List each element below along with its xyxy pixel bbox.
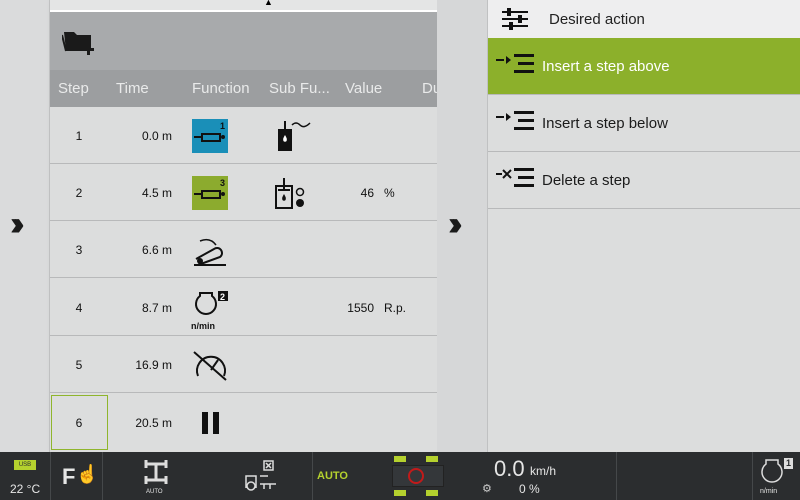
engine-speed-unit-label: n/min: [191, 321, 215, 331]
brake-warning-icon: [408, 468, 424, 484]
step-unit: %: [384, 186, 395, 200]
engine-badge: 1: [784, 458, 793, 469]
action-panel-header: Desired action: [488, 0, 800, 38]
scroll-up-bar[interactable]: ▲: [50, 0, 437, 12]
hydraulic-cylinder-3-icon: 3: [192, 176, 228, 210]
table-row[interactable]: 2 4.5 m 3 46 %: [50, 164, 437, 221]
item-label: Insert a step above: [542, 58, 670, 75]
table-row[interactable]: 5 16.9 m: [50, 336, 437, 393]
insert-below-button[interactable]: Insert a step below: [488, 95, 800, 152]
step-unit: R.p.: [384, 301, 407, 315]
usb-icon[interactable]: USB: [14, 460, 36, 470]
col-sub-function[interactable]: Sub Fu...: [269, 80, 330, 97]
table-row[interactable]: 3 6.6 m: [50, 221, 437, 278]
new-folder-icon[interactable]: [62, 28, 98, 56]
speed-unit: km/h: [530, 464, 557, 478]
status-bar: USB 22 °C F ☝ AUTO AUTO 0.0 km/h ⚙ 0 % 1…: [0, 452, 800, 500]
svg-text:3: 3: [220, 178, 225, 188]
col-step[interactable]: Step: [58, 80, 89, 97]
engine-speed-button[interactable]: 1 n/min: [756, 456, 796, 498]
engine-unit: n/min: [760, 488, 778, 495]
engine-speed-icon: [761, 459, 783, 483]
step-number: 6: [75, 416, 83, 430]
auto-mode-label[interactable]: AUTO: [317, 470, 348, 482]
column-header: Step Time Function Sub Fu... Value Du: [50, 70, 441, 107]
col-time[interactable]: Time: [116, 80, 149, 97]
step-number: 5: [75, 358, 83, 372]
delete-step-button[interactable]: Delete a step: [488, 152, 800, 209]
svg-text:2: 2: [220, 292, 225, 302]
step-number: 4: [75, 301, 83, 315]
table-row-selected[interactable]: 6 20.5 m: [50, 394, 437, 451]
step-time: 0.0 m: [141, 129, 172, 143]
steering-mode-label: AUTO: [146, 489, 163, 495]
speed-off-icon: [193, 351, 227, 381]
svg-text:1: 1: [220, 121, 225, 131]
insert-below-icon: [496, 111, 534, 130]
oil-tank-float-icon: [278, 121, 311, 151]
hydraulic-cylinder-1-icon: 1: [192, 119, 228, 153]
insert-above-icon: [496, 54, 534, 73]
slip-icon: ⚙: [482, 483, 492, 495]
middle-expand-strip[interactable]: ››: [437, 0, 488, 452]
traction-indicator[interactable]: [390, 456, 446, 496]
step-table-panel: ▲ Step Time Function Sub Fu... Value Du …: [50, 0, 441, 452]
step-number: 2: [75, 186, 83, 200]
step-time: 20.5 m: [135, 416, 172, 430]
hand-pointer-icon: ☝: [76, 464, 99, 484]
item-label: Delete a step: [542, 172, 631, 189]
temperature: 22 °C: [10, 482, 41, 496]
implement-control-icon[interactable]: [242, 460, 278, 492]
step-time: 16.9 m: [135, 358, 172, 372]
f-label: F: [62, 464, 76, 489]
sliders-icon: [502, 8, 528, 30]
col-value[interactable]: Value: [345, 80, 382, 97]
table-row[interactable]: 4 8.7 m 2 n/min 1550 R.p.: [50, 279, 437, 336]
step-value: 46: [360, 186, 374, 200]
f-key-button[interactable]: F ☝: [52, 452, 102, 500]
slip-value: 0 %: [519, 482, 540, 496]
delete-step-icon: [496, 168, 534, 187]
item-label: Insert a step below: [542, 115, 668, 132]
action-panel: Desired action Insert a step above Inser…: [488, 0, 800, 452]
step-number: 3: [75, 243, 83, 257]
steering-auto-button[interactable]: AUTO: [140, 458, 172, 498]
panel-title: Desired action: [549, 11, 645, 28]
arrow-up-icon[interactable]: ▲: [264, 0, 273, 7]
step-value: 1550: [347, 301, 374, 315]
engine-speed-2-icon: 2: [195, 291, 228, 315]
pause-icon: [202, 412, 219, 434]
left-expand-strip[interactable]: ››: [0, 0, 50, 452]
toolbar: [50, 12, 437, 70]
step-time: 8.7 m: [141, 301, 172, 315]
table-row[interactable]: 1 0.0 m 1: [50, 107, 437, 164]
col-function[interactable]: Function: [192, 80, 250, 97]
double-chevron-right-icon[interactable]: ››: [448, 205, 462, 244]
step-time: 4.5 m: [141, 186, 172, 200]
step-number: 1: [75, 129, 83, 143]
insert-above-button[interactable]: Insert a step above: [488, 38, 800, 95]
oil-tank-position-icon: [275, 178, 305, 209]
double-chevron-right-icon[interactable]: ››: [10, 205, 24, 244]
speed-value: 0.0: [494, 456, 525, 481]
step-time: 6.6 m: [141, 243, 172, 257]
pickup-icon: [194, 238, 226, 266]
axle-steering-icon: [144, 460, 168, 484]
